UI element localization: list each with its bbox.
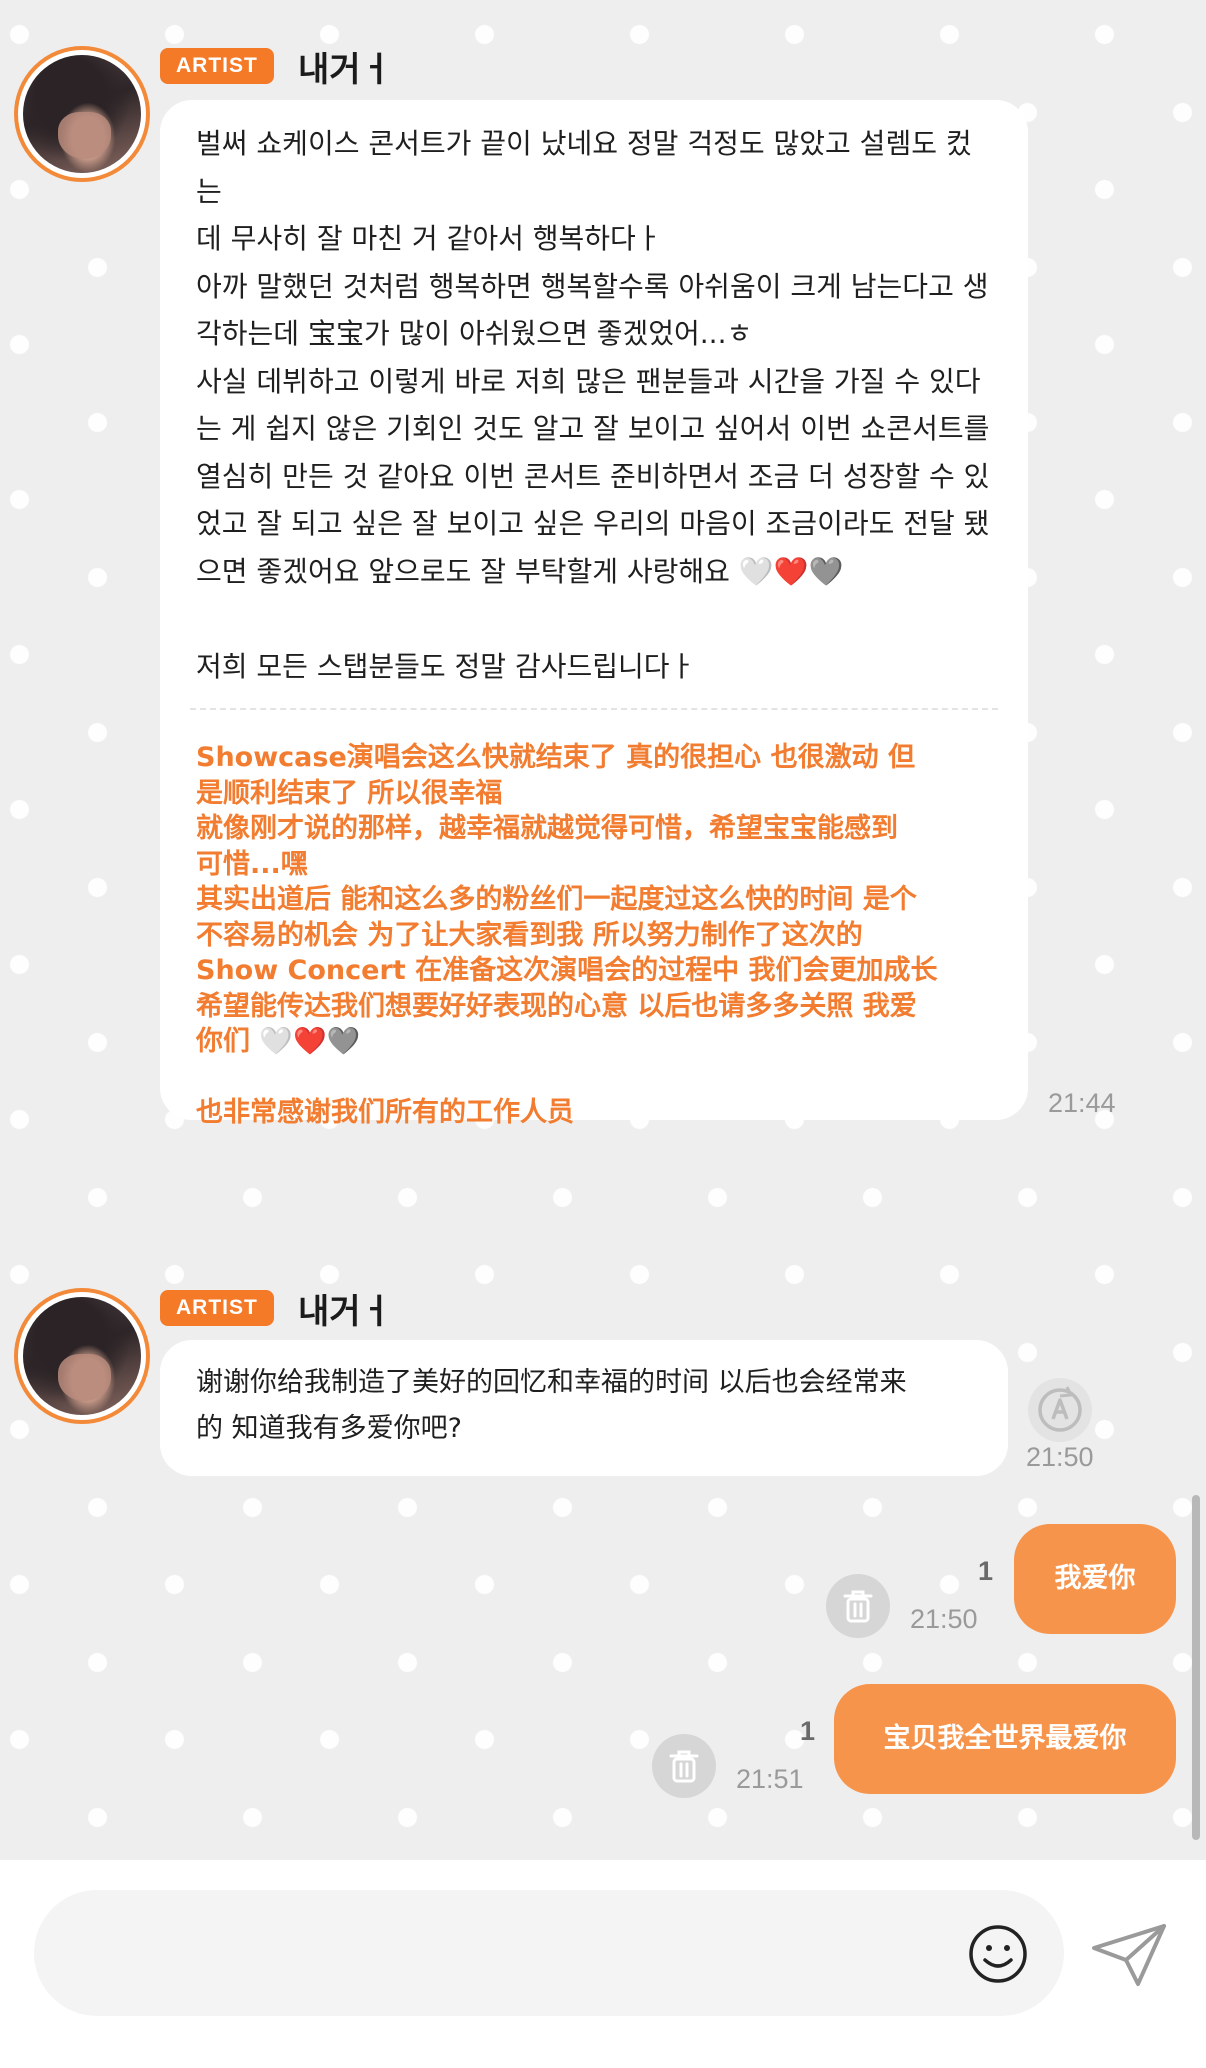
chinese-translation-text: Showcase演唱会这么快就结束了 真的很担心 也很激动 但是顺利结束了 所以… <box>196 740 992 1131</box>
translate-icon <box>1038 1386 1082 1432</box>
message-line: 是顺利结束了 所以很幸福 <box>196 777 503 809</box>
message-line: 可惜...嘿 <box>196 848 308 880</box>
artist-badge: ARTIST <box>160 1290 274 1326</box>
message-line: Showcase演唱会这么快就结束了 真的很担心 也很激动 但 <box>196 742 915 773</box>
message-text: 谢谢你给我制造了美好的回忆和幸福的时间 以后也会经常来的 知道我有多爱你吧? <box>196 1360 972 1452</box>
unread-count: 1 <box>800 1716 816 1746</box>
message-line <box>196 1060 992 1096</box>
message-line: 는 게 쉽지 않은 기회인 것도 알고 잘 보이고 싶어서 이번 쇼콘서트를 <box>196 412 990 445</box>
message-line: 으면 좋겠어요 앞으로도 잘 부탁할게 사랑해요 🤍❤️🩶 <box>196 554 844 588</box>
trash-icon <box>669 1750 699 1783</box>
delete-button[interactable] <box>652 1734 716 1798</box>
message-line: 었고 잘 되고 싶은 잘 보이고 싶은 우리의 마음이 조금이라도 전달 됐 <box>196 507 990 540</box>
sent-message-bubble[interactable]: 我爱你 <box>1014 1524 1176 1634</box>
message-line: 아까 말했던 것처럼 행복하면 행복할수록 아쉬움이 크게 남는다고 생 <box>196 269 989 303</box>
message-input-bar <box>0 1860 1206 2068</box>
message-line: 就像刚才说的那样，越幸福就越觉得可惜，希望宝宝能感到 <box>196 813 898 844</box>
delete-button[interactable] <box>826 1574 890 1638</box>
trash-icon <box>843 1590 873 1623</box>
message-line: 其实出道后 能和这么多的粉丝们一起度过这么快的时间 是个 <box>196 884 917 915</box>
smiley-icon <box>969 1925 1027 1983</box>
message-line: 希望能传达我们想要好好表现的心意 以后也请多多关照 我爱 <box>196 990 917 1022</box>
message-line: 你们 🤍❤️🩶 <box>196 1026 361 1057</box>
message-line: 谢谢你给我制造了美好的回忆和幸福的时间 以后也会经常来 <box>196 1367 907 1398</box>
message-line: 벌써 쇼케이스 콘서트가 끝이 났네요 정말 걱정도 많았고 설렘도 컸는 <box>196 127 972 208</box>
sender-name: 내거ㅓ <box>298 1292 392 1332</box>
sent-message-bubble[interactable]: 宝贝我全世界最爱你 <box>834 1684 1176 1794</box>
message-input[interactable] <box>34 1890 1064 2016</box>
message-line: 저희 모든 스탭분들도 정말 감사드립니다ㅏ <box>196 649 696 683</box>
message-time: 21:50 <box>1026 1442 1094 1472</box>
message-time: 21:44 <box>1048 1088 1116 1118</box>
scrollbar[interactable] <box>1192 1495 1200 1840</box>
message-line: 각하는데 宝宝가 많이 아쉬웠으면 좋겠었어...ㅎ <box>196 317 753 350</box>
message-line: 不容易的机会 为了让大家看到我 所以努力制作了这次的 <box>196 919 863 951</box>
message-line: Show Concert 在准备这次演唱会的过程中 我们会更加成长 <box>196 955 938 986</box>
emoji-button[interactable] <box>966 1922 1030 1986</box>
avatar-photo <box>23 55 141 173</box>
message-line: 也非常感谢我们所有的工作人员 <box>196 1097 574 1128</box>
message-time: 21:51 <box>736 1764 804 1794</box>
message-line: 데 무사히 잘 마친 거 같아서 행복하다ㅏ <box>196 222 662 255</box>
message-line: 열심히 만든 것 같아요 이번 콘서트 준비하면서 조금 더 성장할 수 있 <box>196 459 990 493</box>
avatar-photo <box>23 1297 141 1415</box>
sender-name: 내거ㅓ <box>298 50 392 90</box>
chat-area[interactable]: ARTIST 내거ㅓ 벌써 쇼케이스 콘서트가 끝이 났네요 정말 걱정도 많았… <box>0 0 1206 1860</box>
message-bubble[interactable]: 谢谢你给我制造了美好的回忆和幸福的时间 以后也会经常来的 知道我有多爱你吧? <box>160 1340 1008 1476</box>
korean-message-text: 벌써 쇼케이스 콘서트가 끝이 났네요 정말 걱정도 많았고 설렘도 컸는데 무… <box>196 120 992 690</box>
message-line: 的 知道我有多爱你吧? <box>196 1413 462 1444</box>
translation-divider <box>190 708 998 710</box>
send-icon <box>1092 1924 1166 1986</box>
send-button[interactable] <box>1088 1918 1172 1992</box>
artist-avatar[interactable] <box>14 46 150 182</box>
message-line <box>196 595 992 643</box>
message-bubble-long[interactable]: 벌써 쇼케이스 콘서트가 끝이 났네요 정말 걱정도 많았고 설렘도 컸는데 무… <box>160 100 1028 1128</box>
message-line: 사실 데뷔하고 이렇게 바로 저희 많은 팬분들과 시간을 가질 수 있다 <box>196 364 981 398</box>
message-time: 21:50 <box>910 1604 978 1634</box>
translate-button[interactable] <box>1028 1378 1092 1442</box>
artist-avatar[interactable] <box>14 1288 150 1424</box>
artist-badge: ARTIST <box>160 48 274 84</box>
unread-count: 1 <box>978 1556 994 1586</box>
